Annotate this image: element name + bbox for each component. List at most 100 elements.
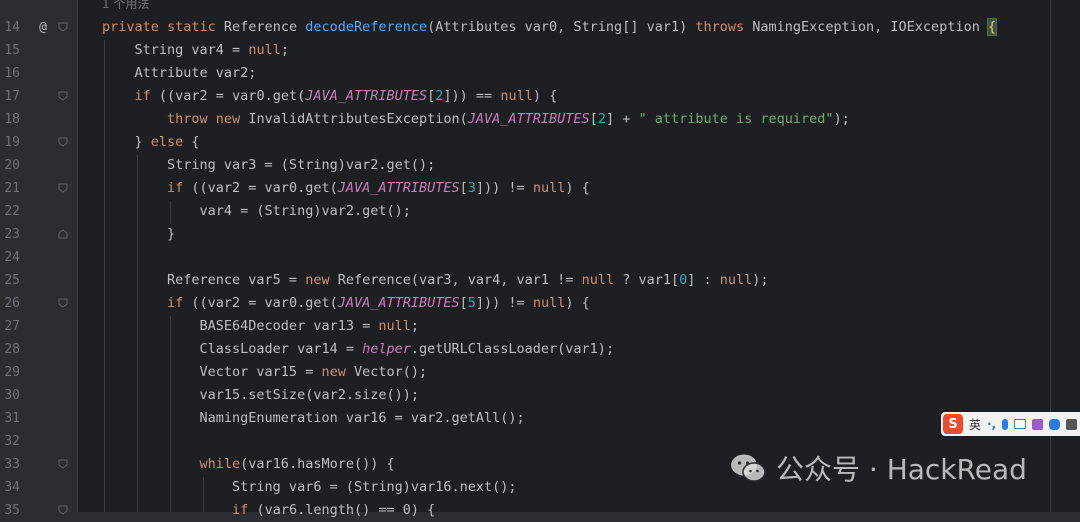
code-line[interactable]: 19 } else {	[0, 131, 1080, 154]
watermark-text: 公众号 · HackRead	[776, 453, 1027, 486]
code-text[interactable]: } else {	[102, 131, 200, 154]
line-number[interactable]: 15	[0, 39, 20, 62]
line-number[interactable]: 14	[0, 16, 20, 39]
code-token: ])) !=	[475, 295, 533, 311]
fold-toggle-icon[interactable]	[58, 298, 68, 308]
code-token: );	[833, 111, 850, 127]
code-line[interactable]: 23 }	[0, 223, 1080, 246]
line-number[interactable]: 27	[0, 315, 20, 338]
code-line[interactable]: 31 NamingEnumeration var16 = var2.getAll…	[0, 407, 1080, 430]
fold-toggle-icon[interactable]	[58, 505, 68, 515]
code-token: " attribute is required"	[638, 111, 834, 127]
code-text[interactable]: throw new InvalidAttributesException(JAV…	[102, 108, 850, 131]
fold-toggle-icon[interactable]	[58, 183, 68, 193]
fold-toggle-icon[interactable]	[58, 22, 68, 32]
code-token: private static	[102, 19, 224, 35]
line-number[interactable]: 19	[0, 131, 20, 154]
code-token: throw new	[102, 111, 249, 127]
code-text[interactable]: if (var6.length() == 0) {	[102, 499, 435, 522]
code-text[interactable]: }	[102, 223, 175, 246]
code-text[interactable]: ClassLoader var14 = helper.getURLClassLo…	[102, 338, 615, 361]
code-text[interactable]: while(var16.hasMore()) {	[102, 453, 395, 476]
code-token: if	[102, 502, 257, 518]
code-line[interactable]: 35 if (var6.length() == 0) {	[0, 499, 1080, 522]
ime-toolbar[interactable]: S 英 ·,	[941, 412, 1080, 436]
code-line[interactable]: 27 BASE64Decoder var13 = null;	[0, 315, 1080, 338]
code-line[interactable]: 28 ClassLoader var14 = helper.getURLClas…	[0, 338, 1080, 361]
line-number[interactable]: 16	[0, 62, 20, 85]
fold-toggle-icon[interactable]	[58, 91, 68, 101]
code-token: if	[102, 180, 192, 196]
code-text[interactable]: String var6 = (String)var16.next();	[102, 476, 516, 499]
line-number[interactable]: 23	[0, 223, 20, 246]
line-number[interactable]: 30	[0, 384, 20, 407]
code-token: else	[150, 134, 192, 150]
code-text[interactable]: if ((var2 = var0.get(JAVA_ATTRIBUTES[5])…	[102, 292, 590, 315]
line-number[interactable]: 29	[0, 361, 20, 384]
line-number[interactable]: 18	[0, 108, 20, 131]
code-token: Vector();	[353, 364, 428, 380]
code-token: String var4 =	[102, 42, 249, 58]
line-number[interactable]: 20	[0, 154, 20, 177]
code-token: null	[500, 88, 533, 104]
toolbox-icon[interactable]	[1066, 418, 1078, 430]
code-text[interactable]: var4 = (String)var2.get();	[102, 200, 411, 223]
code-line[interactable]: 25 Reference var5 = new Reference(var3, …	[0, 269, 1080, 292]
code-text[interactable]: var15.setSize(var2.size());	[102, 384, 419, 407]
ime-punct-toggle[interactable]: ·,	[987, 417, 996, 431]
code-line[interactable]: 24	[0, 246, 1080, 269]
code-token: (var6.length() == 0) {	[256, 502, 436, 518]
skin-icon[interactable]	[1032, 418, 1044, 430]
line-number[interactable]: 31	[0, 407, 20, 430]
code-line[interactable]: 14 @ private static Reference decodeRefere…	[0, 16, 1080, 39]
line-number[interactable]: 25	[0, 269, 20, 292]
code-text[interactable]: if ((var2 = var0.get(JAVA_ATTRIBUTES[2])…	[102, 85, 558, 108]
code-token: ((var2 = var0.get(	[191, 295, 338, 311]
line-number[interactable]: 22	[0, 200, 20, 223]
code-text[interactable]: BASE64Decoder var13 = null;	[102, 315, 419, 338]
gamepad-icon[interactable]	[1049, 418, 1061, 430]
code-text[interactable]: NamingEnumeration var16 = var2.getAll();	[102, 407, 525, 430]
code-text[interactable]: if ((var2 = var0.get(JAVA_ATTRIBUTES[3])…	[102, 177, 590, 200]
code-line[interactable]: 29 Vector var15 = new Vector();	[0, 361, 1080, 384]
code-token: }	[102, 226, 176, 242]
line-number[interactable]: 28	[0, 338, 20, 361]
code-line[interactable]: 17 if ((var2 = var0.get(JAVA_ATTRIBUTES[…	[0, 85, 1080, 108]
fold-toggle-icon[interactable]	[58, 137, 68, 147]
line-number[interactable]: 26	[0, 292, 20, 315]
code-token: null	[248, 42, 281, 58]
code-line[interactable]: 20 String var3 = (String)var2.get();	[0, 154, 1080, 177]
line-number[interactable]: 21	[0, 177, 20, 200]
fold-toggle-icon[interactable]	[58, 229, 68, 239]
line-number[interactable]: 17	[0, 85, 20, 108]
ime-mode-toggle[interactable]: 英	[969, 416, 981, 433]
code-line[interactable]: 18 throw new InvalidAttributesException(…	[0, 108, 1080, 131]
line-number[interactable]: 24	[0, 246, 20, 269]
code-text[interactable]: Attribute var2;	[102, 62, 257, 85]
code-line[interactable]: 30 var15.setSize(var2.size());	[0, 384, 1080, 407]
code-line[interactable]: 15 String var4 = null;	[0, 39, 1080, 62]
code-token: JAVA_ATTRIBUTES	[337, 295, 460, 311]
code-text[interactable]: private static Reference decodeReference…	[102, 16, 998, 39]
code-token: ) {	[565, 295, 590, 311]
code-line[interactable]: 22 var4 = (String)var2.get();	[0, 200, 1080, 223]
code-line[interactable]: 26 if ((var2 = var0.get(JAVA_ATTRIBUTES[…	[0, 292, 1080, 315]
override-marker-icon[interactable]: @	[36, 16, 50, 39]
code-line[interactable]: 21 if ((var2 = var0.get(JAVA_ATTRIBUTES[…	[0, 177, 1080, 200]
keyboard-icon[interactable]	[1014, 419, 1027, 429]
fold-toggle-icon[interactable]	[58, 459, 68, 469]
line-number[interactable]: 33	[0, 453, 20, 476]
line-number[interactable]: 35	[0, 499, 20, 522]
code-line[interactable]: 16 Attribute var2;	[0, 62, 1080, 85]
code-token: var4 = (String)var2.get();	[102, 203, 411, 219]
code-text[interactable]: Vector var15 = new Vector();	[102, 361, 428, 384]
code-text[interactable]: String var4 = null;	[102, 39, 289, 62]
ime-logo-icon[interactable]: S	[943, 414, 963, 434]
code-text[interactable]: String var3 = (String)var2.get();	[102, 154, 435, 177]
code-text[interactable]: Reference var5 = new Reference(var3, var…	[102, 269, 769, 292]
microphone-icon[interactable]	[1002, 418, 1009, 430]
usages-hint[interactable]: 1 个用法	[102, 0, 149, 12]
line-number[interactable]: 32	[0, 430, 20, 453]
line-number[interactable]: 34	[0, 476, 20, 499]
code-token: null	[532, 295, 566, 311]
